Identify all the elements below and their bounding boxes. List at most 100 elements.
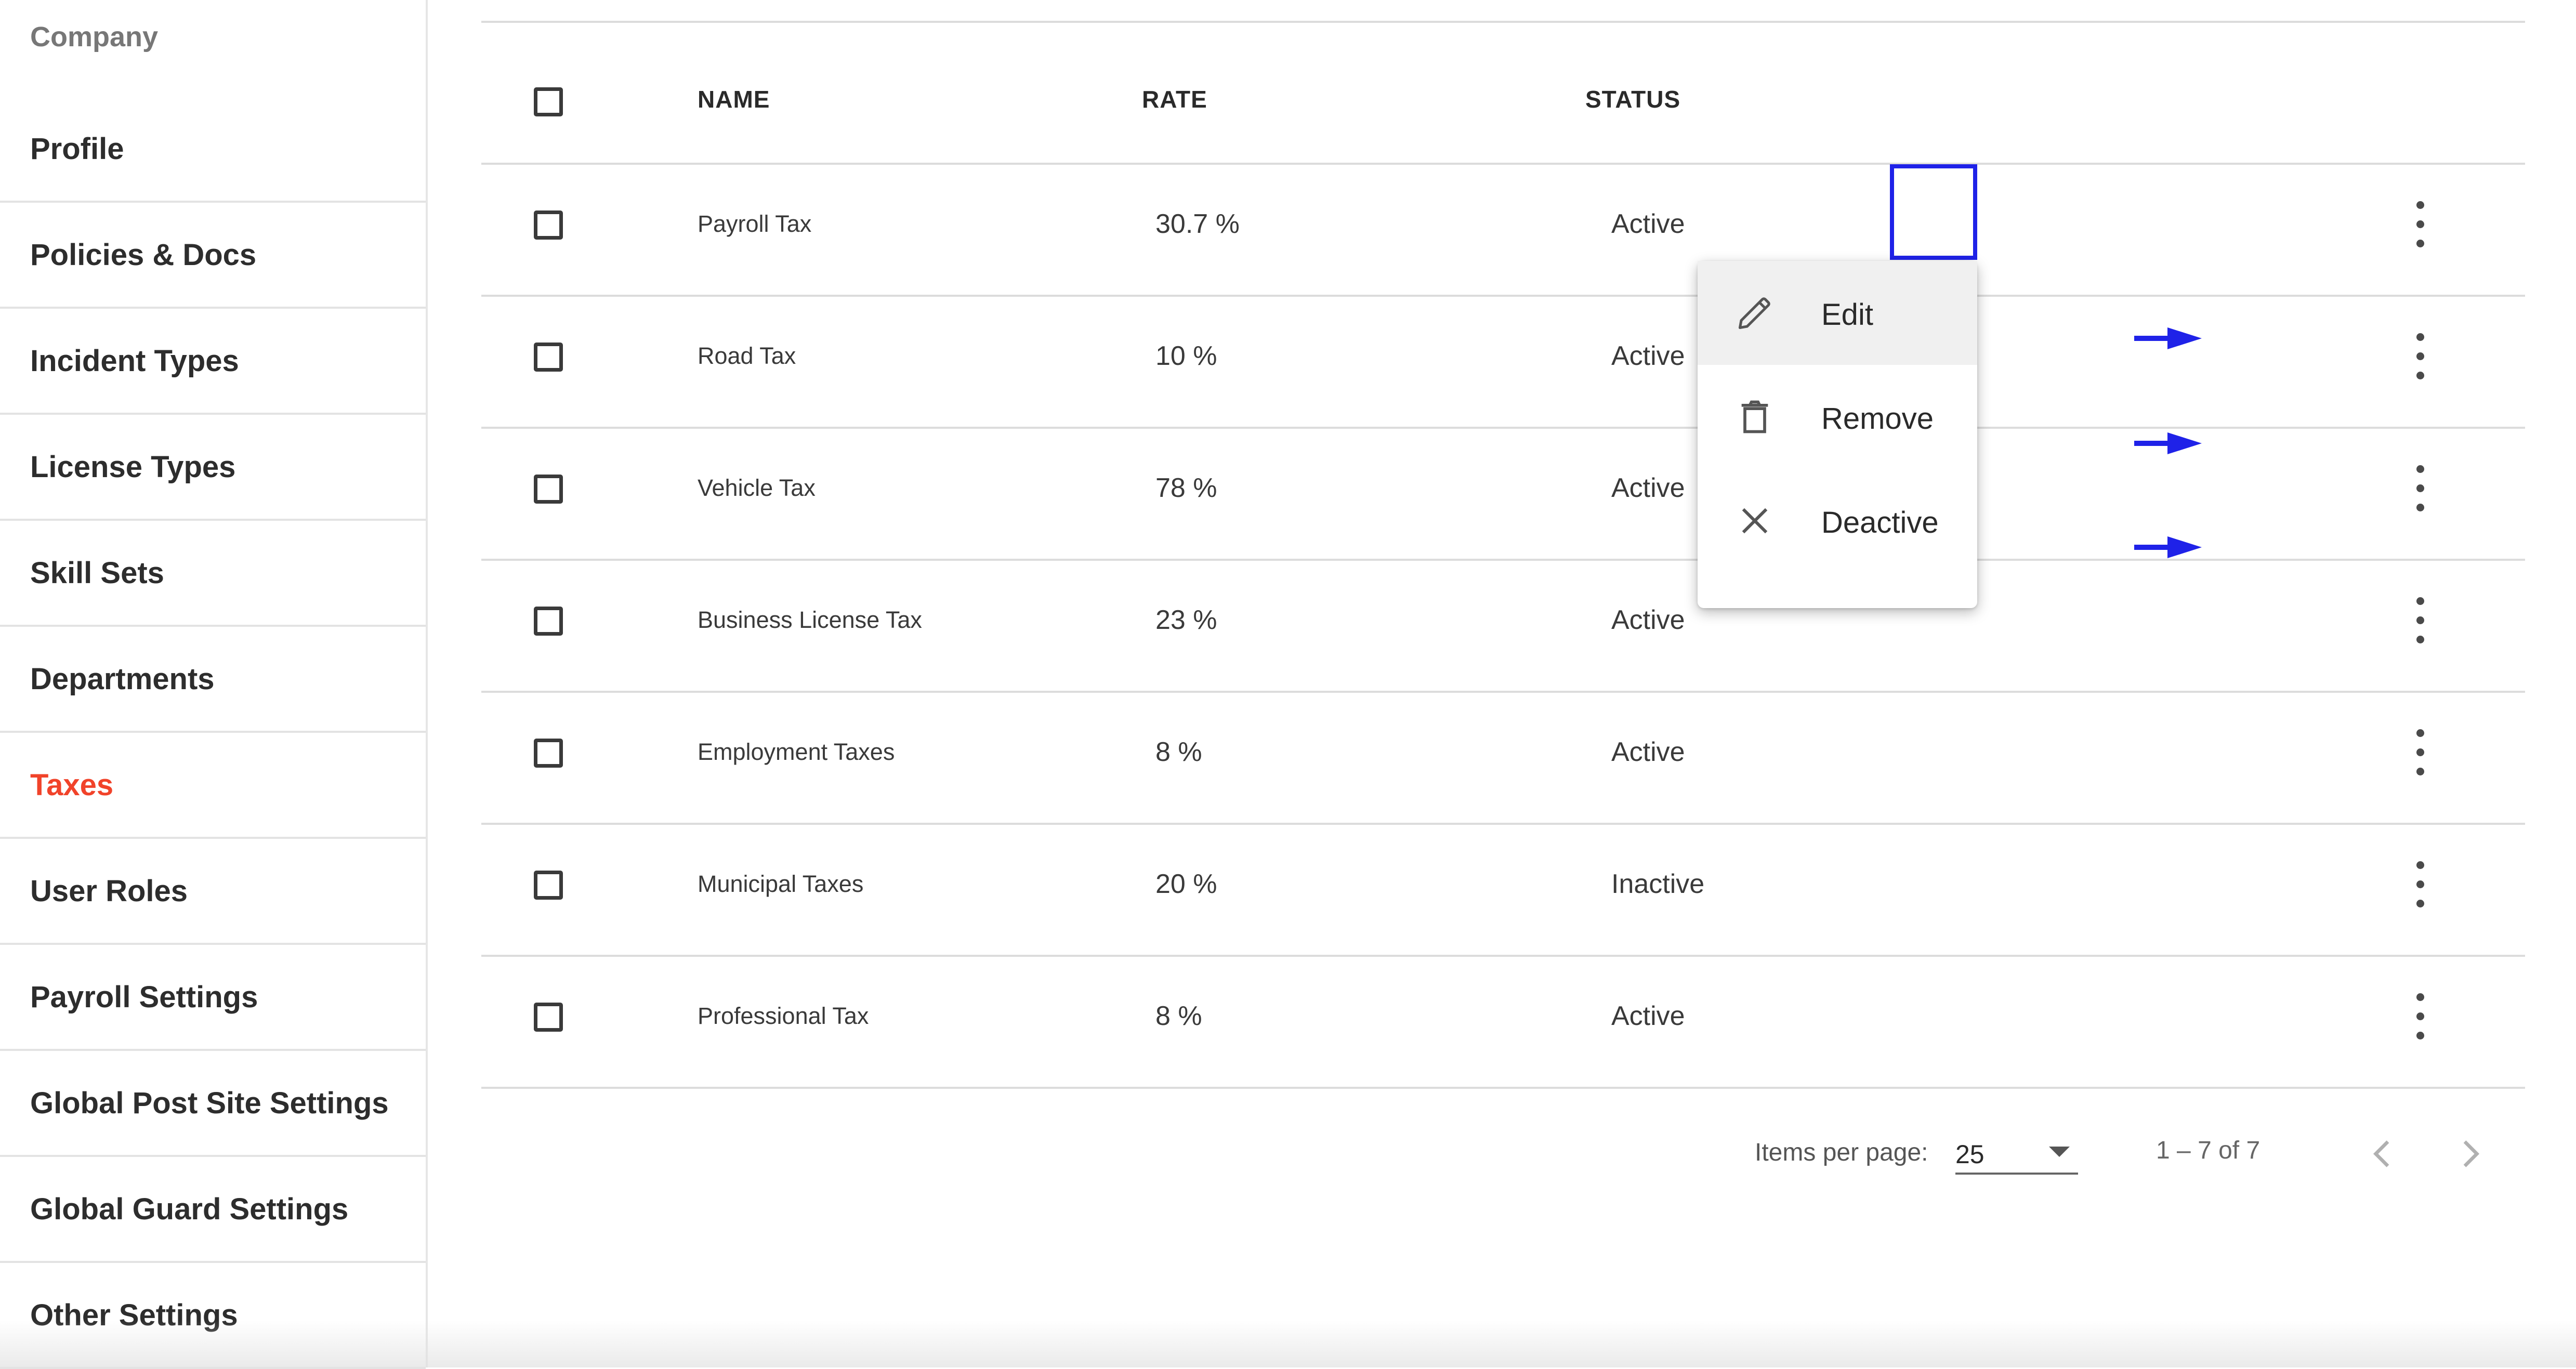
cell-rate: 23 %	[1155, 605, 1217, 635]
cell-status: Active	[1611, 209, 1685, 239]
items-per-page-label: Items per page:	[1755, 1139, 1928, 1166]
row-more-actions-button[interactable]	[2404, 465, 2436, 512]
kebab-dot-icon	[2416, 333, 2424, 341]
table-row: Business License Tax 23 % Active	[481, 561, 2525, 693]
table-row: Employment Taxes 8 % Active	[481, 693, 2525, 825]
settings-sidebar: Company Profile Policies & Docs Incident T…	[0, 0, 428, 1369]
table-header-row: NAME RATE STATUS	[481, 21, 2525, 164]
menu-item-remove-label: Remove	[1821, 402, 1934, 436]
close-icon	[1742, 508, 1768, 534]
row-more-actions-button[interactable]	[2404, 729, 2436, 776]
sidebar-item-policies-docs[interactable]: Policies & Docs	[0, 203, 426, 309]
menu-item-deactive[interactable]: Deactive	[1698, 469, 1977, 573]
row-more-actions-button[interactable]	[2404, 597, 2436, 644]
sidebar-item-skill-sets[interactable]: Skill Sets	[0, 521, 426, 627]
kebab-dot-icon	[2416, 993, 2424, 1001]
cell-name: Payroll Tax	[698, 210, 812, 237]
kebab-dot-icon	[2416, 748, 2424, 756]
cell-status: Active	[1611, 473, 1685, 503]
menu-item-edit[interactable]: Edit	[1698, 261, 1977, 365]
kebab-dot-icon	[2416, 636, 2424, 643]
row-checkbox[interactable]	[534, 607, 563, 636]
trash-icon	[1741, 400, 1768, 433]
kebab-dot-icon	[2416, 504, 2424, 511]
kebab-dot-icon	[2416, 465, 2424, 473]
table-row: Road Tax 10 % Active	[481, 297, 2525, 429]
table-row: Municipal Taxes 20 % Inactive	[481, 825, 2525, 957]
kebab-dot-icon	[2416, 220, 2424, 228]
column-header-rate[interactable]: RATE	[1142, 85, 1207, 113]
table-row: Vehicle Tax 78 % Active	[481, 429, 2525, 561]
sidebar-item-payroll-settings[interactable]: Payroll Settings	[0, 945, 426, 1051]
row-more-actions-button[interactable]	[2404, 993, 2436, 1040]
kebab-dot-icon	[2416, 861, 2424, 869]
row-checkbox[interactable]	[534, 343, 563, 372]
sidebar-item-global-post-site-settings[interactable]: Global Post Site Settings	[0, 1051, 426, 1157]
cell-status: Inactive	[1611, 869, 1705, 899]
cell-name: Municipal Taxes	[698, 871, 864, 897]
row-more-actions-button[interactable]	[2404, 333, 2436, 380]
previous-page-button[interactable]	[2362, 1133, 2403, 1175]
sidebar-item-license-types[interactable]: License Types	[0, 415, 426, 521]
kebab-dot-icon	[2416, 240, 2424, 247]
sidebar-item-departments[interactable]: Departments	[0, 627, 426, 733]
cell-rate: 20 %	[1155, 869, 1217, 899]
kebab-dot-icon	[2416, 1032, 2424, 1039]
kebab-dot-icon	[2416, 484, 2424, 492]
cell-name: Business License Tax	[698, 607, 922, 633]
sidebar-item-taxes[interactable]: Taxes	[0, 733, 426, 839]
sidebar-item-global-guard-settings[interactable]: Global Guard Settings	[0, 1157, 426, 1263]
menu-item-edit-label: Edit	[1821, 298, 1873, 332]
column-header-status[interactable]: STATUS	[1585, 85, 1680, 113]
column-header-name[interactable]: NAME	[698, 85, 770, 113]
row-divider	[481, 1087, 2525, 1089]
row-checkbox[interactable]	[534, 739, 563, 768]
row-more-actions-button[interactable]	[2404, 861, 2436, 908]
table-paginator: Items per page: 25 1 – 7 of 7	[481, 1117, 2525, 1195]
items-per-page-select[interactable]: 25	[1955, 1131, 2078, 1175]
next-page-button[interactable]	[2449, 1133, 2491, 1175]
cell-status: Active	[1611, 341, 1685, 371]
pencil-icon	[1738, 297, 1770, 330]
cell-name: Employment Taxes	[698, 739, 895, 765]
cell-name: Vehicle Tax	[698, 475, 816, 501]
row-checkbox[interactable]	[534, 871, 563, 900]
sidebar-item-incident-types[interactable]: Incident Types	[0, 309, 426, 415]
remove-pointer-arrow-icon	[2134, 432, 2202, 454]
page-range-label: 1 – 7 of 7	[2156, 1137, 2260, 1164]
kebab-dot-icon	[2416, 597, 2424, 605]
cell-rate: 10 %	[1155, 341, 1217, 371]
kebab-dot-icon	[2416, 616, 2424, 624]
active-row-actions-highlight	[1890, 164, 1977, 260]
kebab-dot-icon	[2416, 352, 2424, 360]
cell-rate: 78 %	[1155, 473, 1217, 503]
table-row: Payroll Tax 30.7 % Active	[481, 165, 2525, 297]
sidebar-item-user-roles[interactable]: User Roles	[0, 839, 426, 945]
sidebar-item-profile[interactable]: Profile	[0, 97, 426, 203]
chevron-down-icon	[2049, 1147, 2070, 1157]
kebab-dot-icon	[2416, 900, 2424, 907]
menu-item-remove[interactable]: Remove	[1698, 365, 1977, 469]
cell-status: Active	[1611, 1001, 1685, 1031]
row-checkbox[interactable]	[534, 210, 563, 240]
cell-rate: 8 %	[1155, 737, 1202, 767]
kebab-dot-icon	[2416, 372, 2424, 379]
cell-name: Road Tax	[698, 343, 796, 369]
kebab-dot-icon	[2416, 768, 2424, 775]
cell-status: Active	[1611, 605, 1685, 635]
bottom-shadow	[0, 1320, 2576, 1367]
row-more-actions-button[interactable]	[2404, 201, 2436, 248]
row-checkbox[interactable]	[534, 475, 563, 504]
row-checkbox[interactable]	[534, 1003, 563, 1032]
select-all-checkbox[interactable]	[534, 87, 563, 116]
row-actions-menu: Edit Remove Deactive	[1698, 261, 1977, 608]
sidebar-section-title: Company	[30, 21, 159, 52]
kebab-dot-icon	[2416, 729, 2424, 737]
cell-rate: 8 %	[1155, 1001, 1202, 1031]
deactive-pointer-arrow-icon	[2134, 536, 2202, 558]
kebab-dot-icon	[2416, 1012, 2424, 1020]
cell-name: Professional Tax	[698, 1003, 869, 1029]
menu-item-deactive-label: Deactive	[1821, 506, 1939, 539]
table-row: Professional Tax 8 % Active	[481, 957, 2525, 1089]
cell-rate: 30.7 %	[1155, 209, 1240, 239]
